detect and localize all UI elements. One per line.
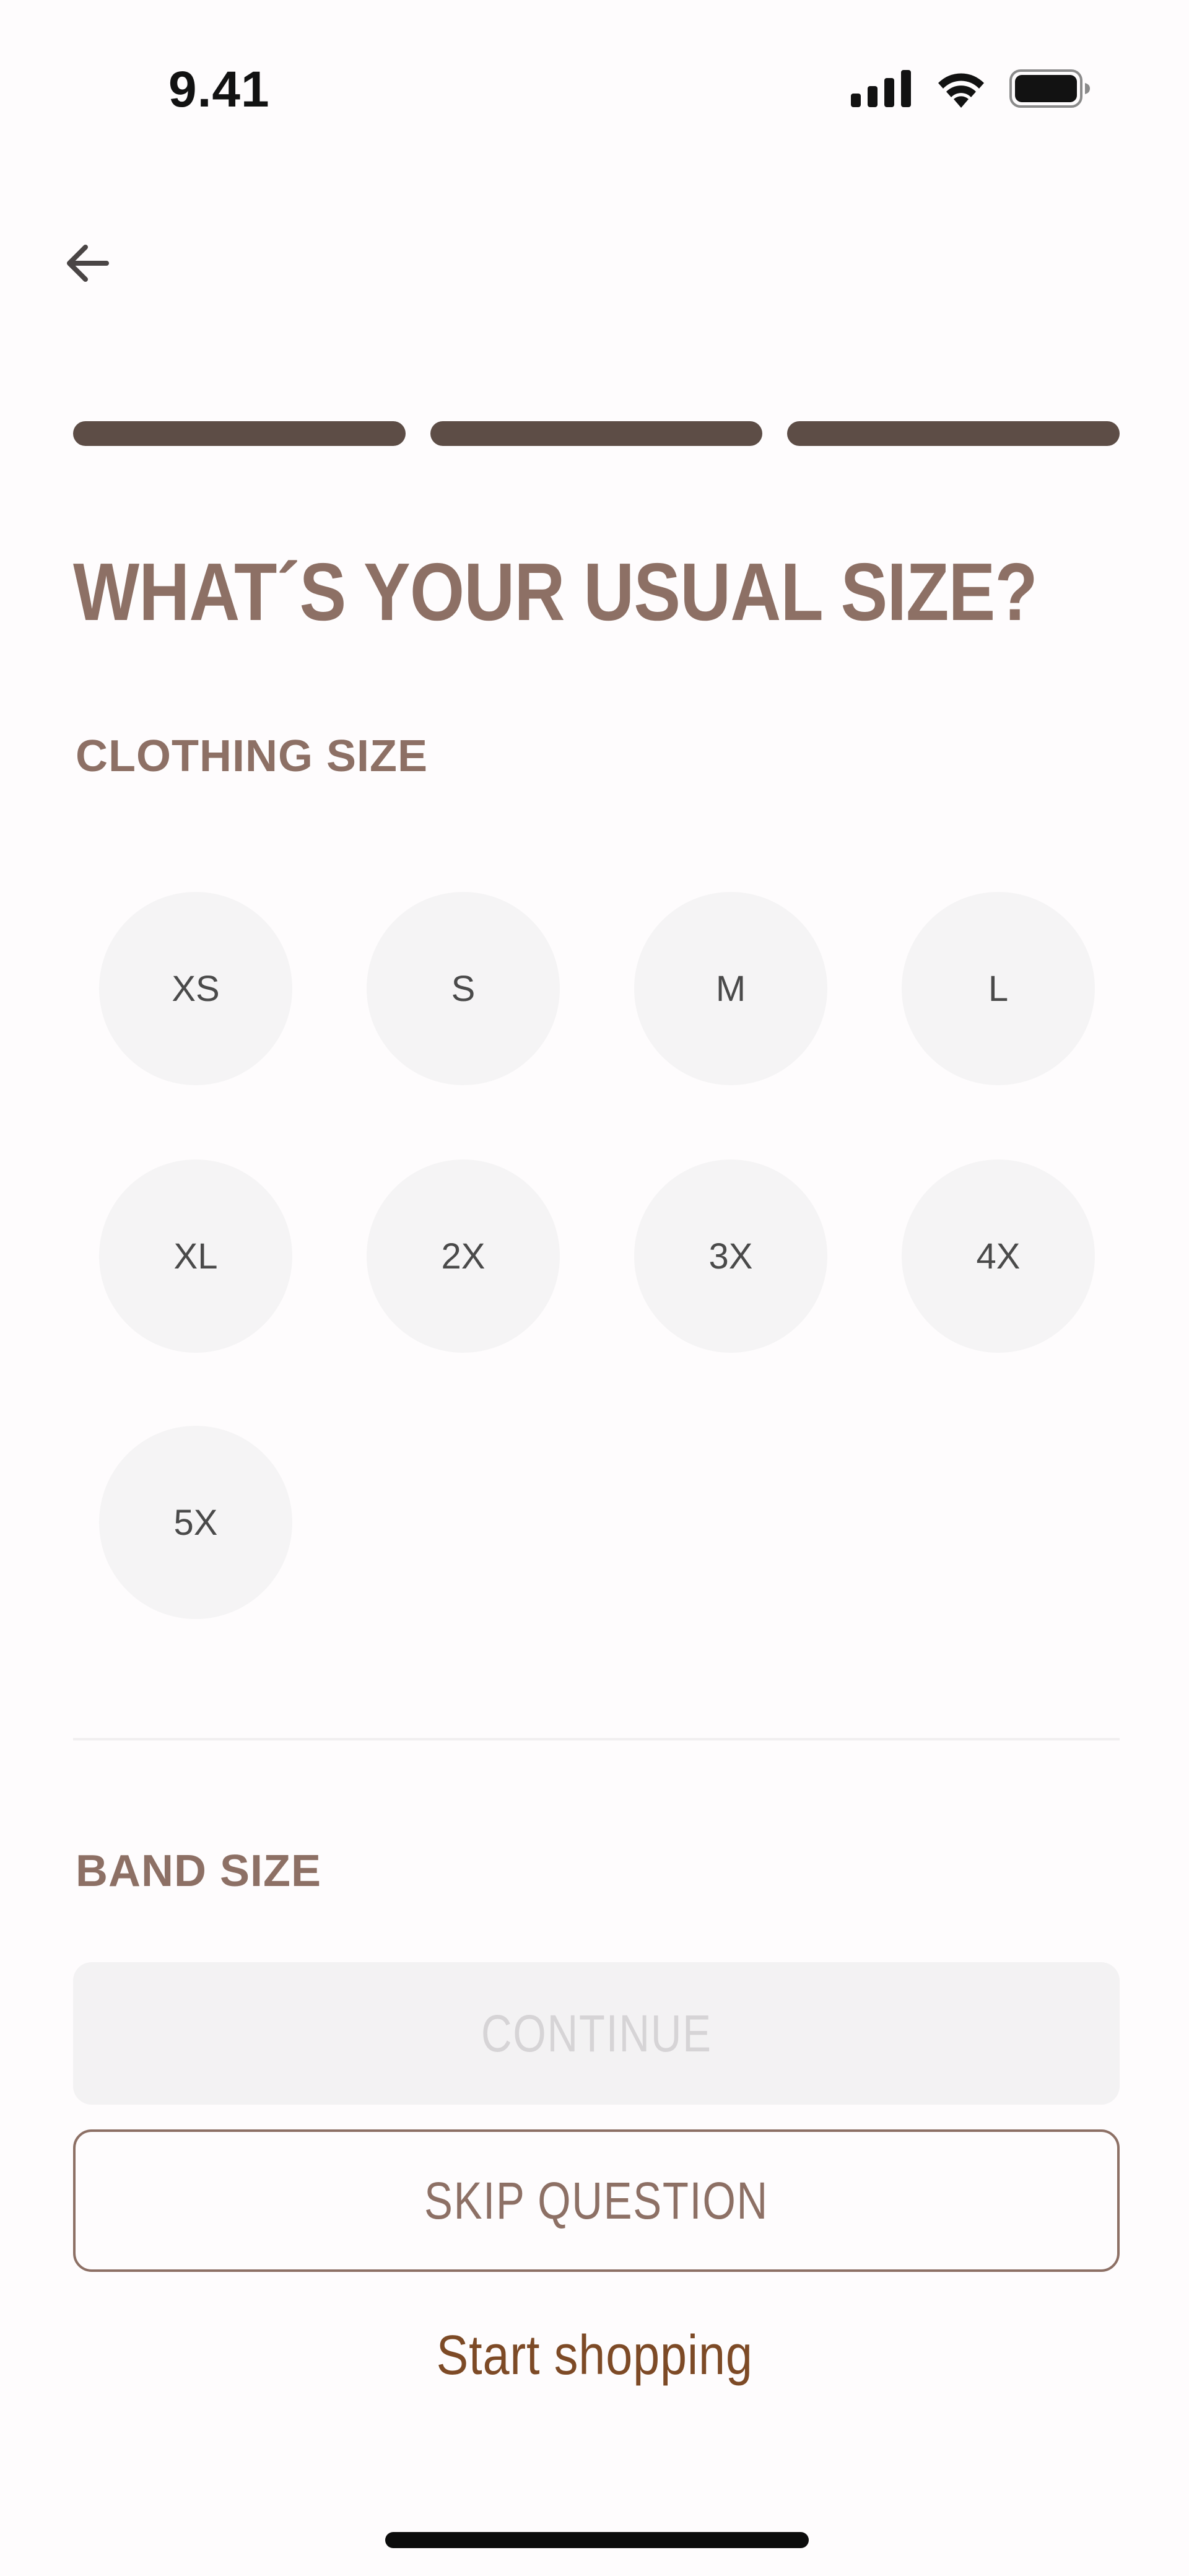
clothing-size-options: XS S M L XL 2X 3X 4X 5X (99, 892, 1096, 1623)
skip-question-button-label: SKIP QUESTION (424, 2171, 769, 2230)
cellular-signal-icon (851, 70, 911, 107)
progress-step-2 (430, 421, 763, 446)
status-icons (851, 67, 1090, 110)
continue-button-label: CONTINUE (481, 2004, 712, 2063)
size-option-xs[interactable]: XS (99, 892, 292, 1085)
skip-question-button[interactable]: SKIP QUESTION (73, 2129, 1120, 2272)
wifi-icon (938, 73, 984, 108)
size-option-s[interactable]: S (367, 892, 560, 1085)
start-shopping-link[interactable]: Start shopping (0, 2324, 1189, 2388)
band-size-label: BAND SIZE (76, 1846, 322, 1896)
progress-bar (73, 421, 1120, 446)
progress-step-3 (787, 421, 1120, 446)
size-option-4x[interactable]: 4X (902, 1159, 1095, 1353)
back-button[interactable] (59, 235, 115, 291)
size-question-screen: 9.41 WHAT´S YOUR USUAL SIZE? CLOTHING SI… (0, 0, 1189, 2576)
size-option-xl[interactable]: XL (99, 1159, 292, 1353)
size-option-m[interactable]: M (634, 892, 827, 1085)
clothing-size-label: CLOTHING SIZE (76, 731, 428, 781)
arrow-left-icon (67, 245, 109, 282)
battery-icon (1009, 69, 1090, 108)
start-shopping-label: Start shopping (436, 2325, 753, 2386)
section-divider (73, 1738, 1120, 1740)
page-title: WHAT´S YOUR USUAL SIZE? (73, 546, 1038, 637)
status-time: 9.41 (168, 61, 270, 118)
home-indicator[interactable] (385, 2532, 809, 2548)
continue-button[interactable]: CONTINUE (73, 1962, 1120, 2105)
size-option-3x[interactable]: 3X (634, 1159, 827, 1353)
progress-step-1 (73, 421, 406, 446)
size-option-l[interactable]: L (902, 892, 1095, 1085)
size-option-5x[interactable]: 5X (99, 1426, 292, 1619)
size-option-2x[interactable]: 2X (367, 1159, 560, 1353)
